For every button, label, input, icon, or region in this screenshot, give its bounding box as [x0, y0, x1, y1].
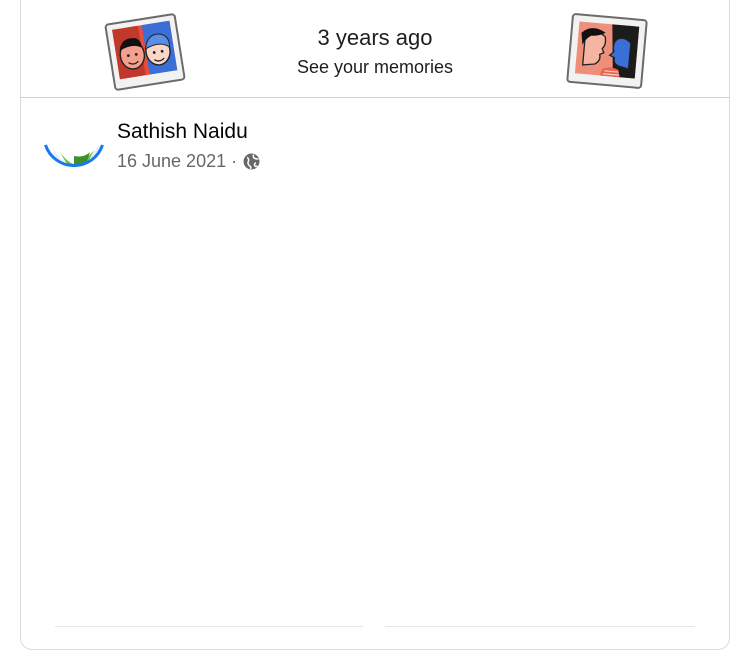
post-meta: 16 June 2021 · [117, 151, 260, 172]
memory-photo-left[interactable] [55, 194, 363, 626]
memories-header[interactable]: 3 years ago See your memories [20, 1, 730, 98]
post-author-name[interactable]: Sathish Naidu [117, 120, 248, 144]
post-date[interactable]: 16 June 2021 [117, 151, 226, 172]
avatar[interactable] [44, 122, 104, 176]
globe-icon[interactable] [243, 153, 260, 170]
meta-separator: · [231, 151, 238, 171]
memory-photo-right[interactable] [385, 194, 695, 626]
post-header: Sathish Naidu 16 June 2021 · [20, 98, 730, 198]
couple-photo-icon [566, 13, 648, 89]
panel-left-bottom-divider [55, 626, 363, 627]
panel-right-bottom-divider [385, 626, 695, 627]
